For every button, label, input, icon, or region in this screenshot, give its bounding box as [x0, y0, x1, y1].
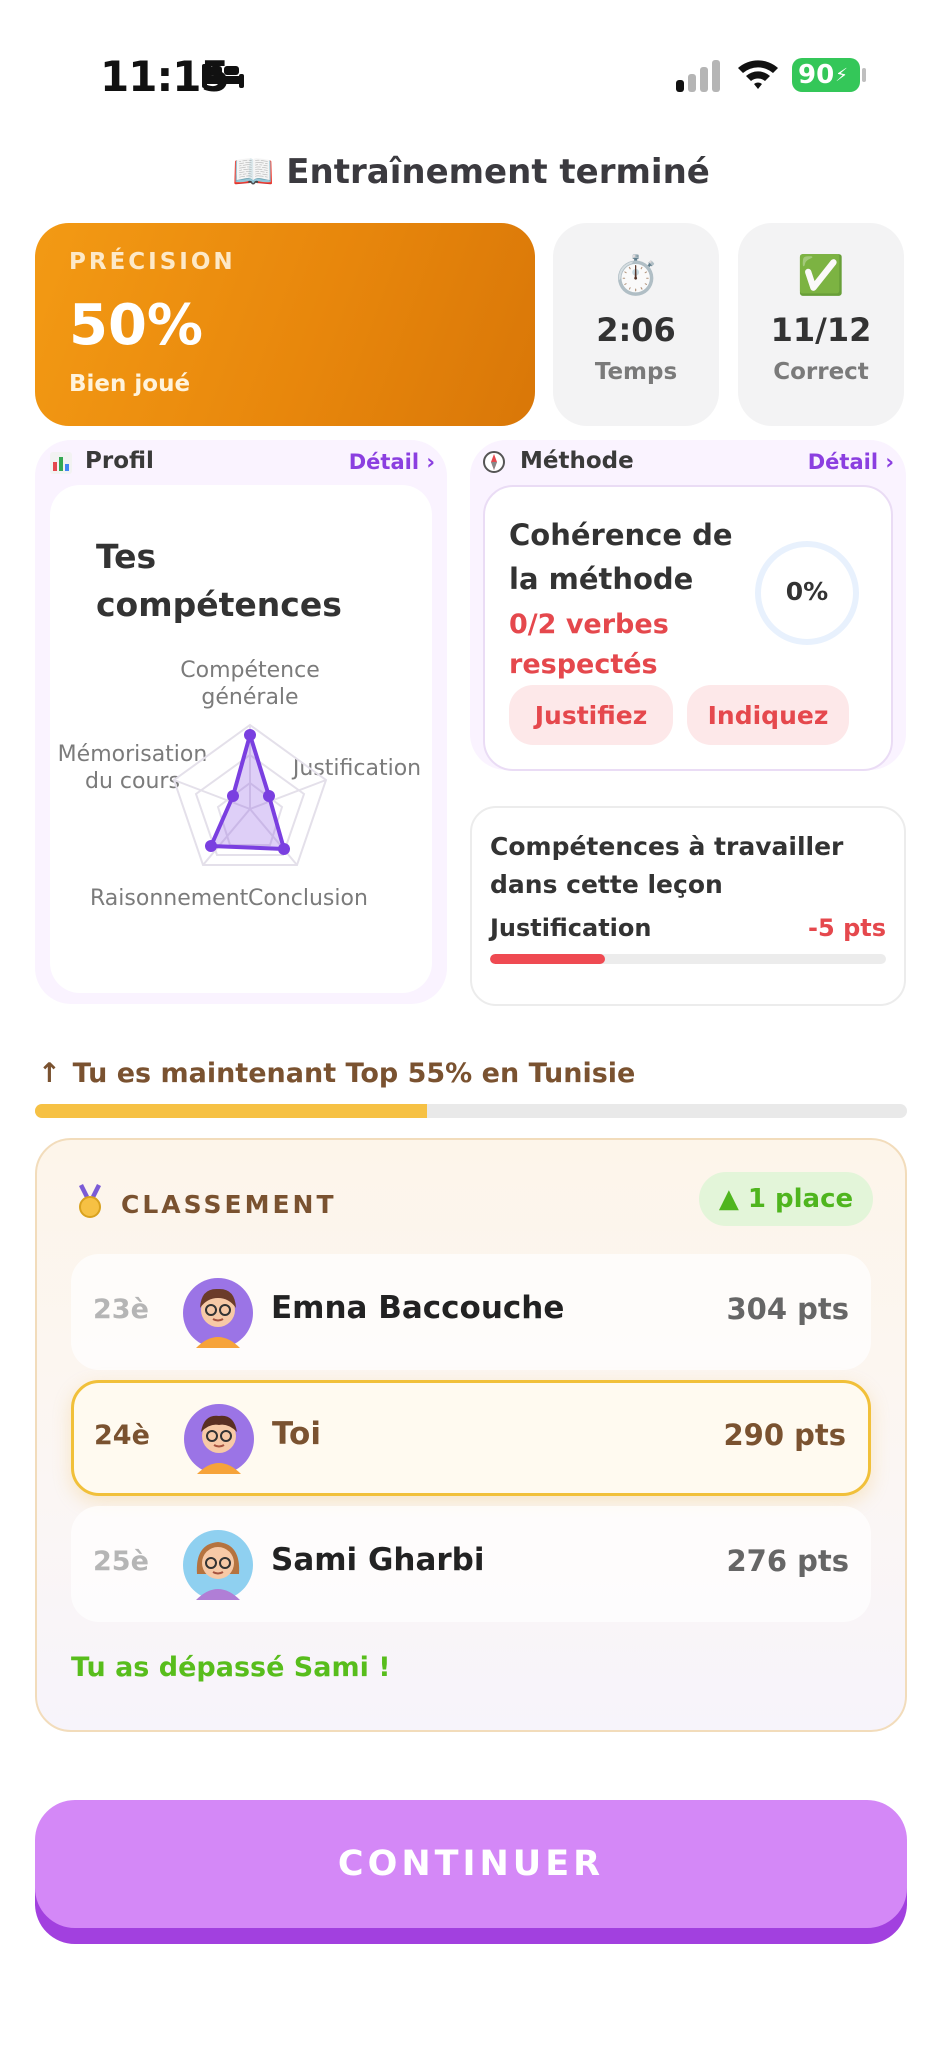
ranking-row-current-user[interactable]: 24è Toi 290 pts	[71, 1380, 871, 1496]
verb-chip-indiquez[interactable]: Indiquez	[687, 685, 849, 745]
methode-header: Méthode	[520, 448, 634, 474]
medal-icon	[79, 1184, 101, 1218]
method-card: Cohérence de la méthode 0/2 verbes respe…	[483, 485, 893, 771]
methode-panel[interactable]: Méthode Détail › Cohérence de la méthode…	[470, 440, 906, 771]
bar-chart-icon	[50, 452, 72, 474]
time-label: Temps	[594, 359, 678, 385]
radar-label-conclusion: Conclusion	[248, 886, 368, 911]
ranking-row[interactable]: 23è Emna Baccouche 304 pts	[71, 1254, 871, 1370]
weak-skill-progress-fill	[490, 954, 605, 964]
rank-position: 24è	[94, 1420, 150, 1451]
passed-message: Tu as dépassé Sami !	[71, 1652, 391, 1683]
correct-label: Correct	[773, 359, 869, 385]
rank-name: Toi	[272, 1416, 321, 1452]
continue-button[interactable]: CONTINUER	[35, 1800, 907, 1928]
coherence-title: Cohérence de la méthode	[509, 518, 733, 596]
time-stat-card: ⏱️ 2:06 Temps	[553, 223, 719, 426]
profil-header: Profil	[85, 448, 154, 474]
correct-stat-card: ✅ 11/12 Correct	[738, 223, 904, 426]
ranking-row[interactable]: 25è Sami Gharbi 276 pts	[71, 1506, 871, 1622]
avatar	[183, 1278, 253, 1348]
time-value: 2:06	[596, 311, 676, 349]
verb-chip-justifiez[interactable]: Justifiez	[509, 685, 673, 745]
precision-label: PRÉCISION	[69, 249, 236, 275]
precision-value: 50%	[69, 293, 204, 358]
rank-points: 304 pts	[726, 1292, 849, 1326]
arrow-up-icon: ↑	[38, 1058, 61, 1089]
coherence-percent: 0%	[785, 577, 829, 606]
cellular-signal-icon	[676, 60, 720, 92]
precision-card: PRÉCISION 50% Bien joué	[35, 223, 535, 426]
rank-name: Sami Gharbi	[271, 1542, 485, 1578]
rank-position: 23è	[93, 1294, 149, 1325]
ranking-card: CLASSEMENT ▲ 1 place 23è Emna Baccouche …	[35, 1138, 907, 1732]
skills-card: Tes compétences Compétence générale Mémo…	[50, 485, 432, 993]
rank-points: 290 pts	[723, 1418, 846, 1452]
battery-tip	[862, 68, 866, 82]
skills-to-work-card[interactable]: Compétences à travailler dans cette leço…	[470, 806, 906, 1006]
stopwatch-icon: ⏱️	[612, 253, 660, 297]
top-ranking-progress-fill	[35, 1104, 428, 1118]
wifi-icon	[738, 60, 778, 89]
rank-position: 25è	[93, 1546, 149, 1577]
rank-change-badge: ▲ 1 place	[699, 1172, 873, 1226]
avatar	[183, 1530, 253, 1600]
radar-label-general: Compétence générale	[180, 658, 320, 710]
skills-title: Tes compétences	[96, 537, 342, 624]
ranking-title: CLASSEMENT	[121, 1190, 337, 1219]
methode-detail-link[interactable]: Détail ›	[808, 450, 894, 474]
correct-value: 11/12	[770, 311, 872, 349]
coherence-progress-ring: 0%	[753, 539, 861, 647]
top-ranking-text: ↑ Tu es maintenant Top 55% en Tunisie	[38, 1058, 636, 1089]
compass-icon	[483, 451, 505, 473]
weak-skill-progress-bar	[490, 954, 886, 964]
radar-label-raisonnement: Raisonnement	[90, 886, 249, 911]
profil-detail-link[interactable]: Détail ›	[349, 450, 435, 474]
weak-skill-name: Justification	[490, 914, 652, 942]
weak-skill-points: -5 pts	[808, 914, 886, 942]
precision-sub: Bien joué	[69, 371, 191, 397]
rank-name: Emna Baccouche	[271, 1290, 565, 1326]
skills-radar-chart	[172, 723, 328, 866]
verbs-respected: 0/2 verbes respectés	[509, 609, 669, 680]
battery-indicator: 90 ⚡	[792, 58, 860, 92]
profil-panel[interactable]: Profil Détail › Tes compétences Compéten…	[35, 440, 447, 1004]
top-ranking-progress-bar	[35, 1104, 907, 1118]
page-title: 📖 Entraînement terminé	[232, 152, 710, 192]
rank-points: 276 pts	[726, 1544, 849, 1578]
sleep-focus-icon	[202, 64, 244, 88]
check-mark-icon: ✅	[797, 253, 845, 297]
skills-to-work-title: Compétences à travailler dans cette leço…	[490, 832, 844, 899]
avatar	[184, 1404, 254, 1474]
